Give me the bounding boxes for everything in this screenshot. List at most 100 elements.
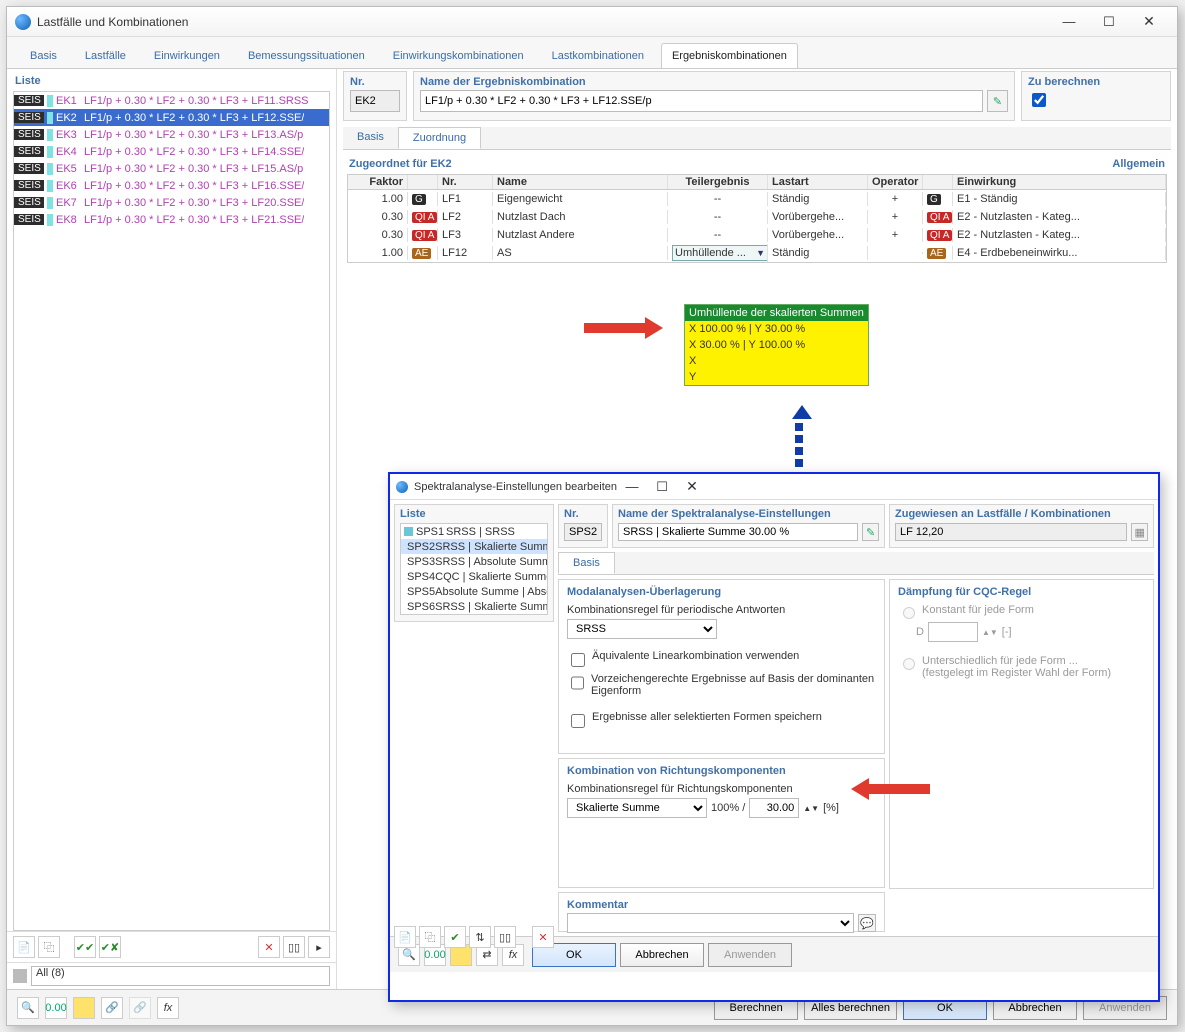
- col-faktor: Faktor: [348, 175, 408, 189]
- dropdown-option[interactable]: X 30.00 % | Y 100.00 %: [685, 337, 868, 353]
- sps-name-input[interactable]: [618, 523, 858, 541]
- window-title: Lastfälle und Kombinationen: [37, 15, 188, 29]
- sps-sort[interactable]: ⇅: [469, 926, 491, 948]
- ek-list-item[interactable]: SEISEK3LF1/p + 0.30 * LF2 + 0.30 * LF3 +…: [14, 126, 329, 143]
- grid-row[interactable]: 0.30 QI A LF2 Nutzlast Dach -- Vorüberge…: [348, 208, 1166, 226]
- tab-bemessung[interactable]: Bemessungssituationen: [237, 43, 376, 68]
- sps-delete[interactable]: ✕: [532, 926, 554, 948]
- expand-button[interactable]: ▸: [308, 936, 330, 958]
- sps-list[interactable]: SPS1SRSS | SRSSSPS2SRSS | Skalierte Summ…: [400, 523, 548, 615]
- sub-abbr[interactable]: Abbrechen: [620, 943, 704, 967]
- sps-layout[interactable]: ▯▯: [494, 926, 516, 948]
- sub-minimize[interactable]: —: [617, 479, 647, 494]
- annotation-arrow-1: [584, 317, 674, 339]
- tab-basis[interactable]: Basis: [19, 43, 68, 68]
- sps-copy[interactable]: ⿻: [419, 926, 441, 948]
- minimize-button[interactable]: —: [1049, 14, 1089, 29]
- annotation-arrow-dashed: [796, 395, 808, 455]
- assign-title: Zugeordnet für EK2: [349, 158, 452, 170]
- kommentar-select[interactable]: [567, 913, 854, 933]
- sps-list-item[interactable]: SPS4CQC | Skalierte Summe 30.0: [401, 569, 547, 584]
- sub-maximize[interactable]: ☐: [647, 479, 677, 495]
- assignment-section: Zugeordnet für EK2 Allgemein Faktor Nr. …: [343, 150, 1171, 267]
- damp-title: Dämpfung für CQC-Regel: [898, 586, 1145, 598]
- maximize-button[interactable]: ☐: [1089, 14, 1129, 30]
- damp-D-input: [928, 622, 978, 642]
- sps-assigned-browse[interactable]: ▦: [1131, 523, 1148, 541]
- teilergebnis-dropdown[interactable]: Umhüllende der skalierten SummenX 100.00…: [684, 304, 869, 386]
- color-icon[interactable]: [73, 997, 95, 1019]
- layout-button[interactable]: ▯▯: [283, 936, 305, 958]
- tab-einwirkungen[interactable]: Einwirkungen: [143, 43, 231, 68]
- sps-check[interactable]: ✔: [444, 926, 466, 948]
- damp-radio-const: Konstant für jede Form: [898, 604, 1145, 619]
- ek-list-item[interactable]: SEISEK1LF1/p + 0.30 * LF2 + 0.30 * LF3 +…: [14, 92, 329, 109]
- grid-row[interactable]: 0.30 QI A LF3 Nutzlast Andere -- Vorüber…: [348, 226, 1166, 244]
- sps-assigned-label: Zugewiesen an Lastfälle / Kombinationen: [895, 508, 1148, 520]
- filter-select[interactable]: All (8): [31, 966, 330, 986]
- check-sel-button[interactable]: ✔✔: [74, 936, 96, 958]
- sps-subtab-basis[interactable]: Basis: [558, 552, 615, 574]
- new-item-button[interactable]: 📄: [13, 936, 35, 958]
- kommentar-button[interactable]: 💬: [858, 914, 876, 932]
- sps-list-item[interactable]: SPS3SRSS | Absolute Summe: [401, 554, 547, 569]
- dropdown-option[interactable]: Y: [685, 369, 868, 385]
- grid-row[interactable]: 1.00 G LF1 Eigengewicht -- Ständig + G E…: [348, 190, 1166, 208]
- dir-rule-select[interactable]: Skalierte Summe: [567, 798, 707, 818]
- ek-list-item[interactable]: SEISEK7LF1/p + 0.30 * LF2 + 0.30 * LF3 +…: [14, 194, 329, 211]
- col-nr: Nr.: [438, 175, 493, 189]
- subtab-zuordnung[interactable]: Zuordnung: [398, 127, 481, 149]
- tab-ergebniskombis[interactable]: Ergebniskombinationen: [661, 43, 798, 68]
- nr-input[interactable]: [350, 90, 400, 112]
- dropdown-option[interactable]: X 100.00 % | Y 30.00 %: [685, 321, 868, 337]
- tab-lastfaelle[interactable]: Lastfälle: [74, 43, 137, 68]
- uncheck-sel-button[interactable]: ✔✘: [99, 936, 121, 958]
- sps-new[interactable]: 📄: [394, 926, 416, 948]
- unlink-icon[interactable]: 🔗: [129, 997, 151, 1019]
- edit-name-button[interactable]: ✎: [987, 90, 1008, 112]
- sub-anw[interactable]: Anwenden: [708, 943, 792, 967]
- ek-list-item[interactable]: SEISEK8LF1/p + 0.30 * LF2 + 0.30 * LF3 +…: [14, 211, 329, 228]
- sps-name-label: Name der Spektralanalyse-Einstellungen: [618, 508, 879, 520]
- sps-list-tools-upper: 📄 ⿻ ✔ ⇅ ▯▯ ✕: [394, 924, 554, 950]
- assign-link[interactable]: Allgemein: [1112, 158, 1165, 170]
- zoom-icon[interactable]: 🔍: [17, 997, 39, 1019]
- units-icon[interactable]: 0.00: [45, 997, 67, 1019]
- tab-einwirkungskombis[interactable]: Einwirkungskombinationen: [382, 43, 535, 68]
- chk-saveforms[interactable]: Ergebnisse aller selektierten Formen spe…: [567, 711, 876, 731]
- teilergebnis-cell-dropdown[interactable]: Umhüllende ...▼: [672, 245, 768, 261]
- grid-row[interactable]: 1.00 AE LF12 AS Umhüllende ...▼ Ständig …: [348, 244, 1166, 262]
- sub-close[interactable]: ✕: [677, 478, 707, 495]
- ek-list-item[interactable]: SEISEK4LF1/p + 0.30 * LF2 + 0.30 * LF3 +…: [14, 143, 329, 160]
- link-icon[interactable]: 🔗: [101, 997, 123, 1019]
- ek-list-item[interactable]: SEISEK5LF1/p + 0.30 * LF2 + 0.30 * LF3 +…: [14, 160, 329, 177]
- assignment-grid: Faktor Nr. Name Teilergebnis Lastart Ope…: [347, 174, 1167, 263]
- sps-nr-input[interactable]: [564, 523, 602, 541]
- name-input[interactable]: [420, 90, 983, 112]
- sps-list-item[interactable]: SPS6SRSS | Skalierte Summe 100.: [401, 599, 547, 614]
- ek-list[interactable]: SEISEK1LF1/p + 0.30 * LF2 + 0.30 * LF3 +…: [13, 91, 330, 931]
- close-button[interactable]: ✕: [1129, 13, 1169, 30]
- calc-checkbox[interactable]: [1032, 93, 1046, 107]
- chk-linear[interactable]: Äquivalente Linearkombination verwenden: [567, 650, 876, 670]
- dropdown-option[interactable]: X: [685, 353, 868, 369]
- copy-item-button[interactable]: ⿻: [38, 936, 60, 958]
- dropdown-option[interactable]: Umhüllende der skalierten Summen: [685, 305, 868, 321]
- chk-sign[interactable]: Vorzeichengerechte Ergebnisse auf Basis …: [567, 673, 876, 697]
- tab-lastkombis[interactable]: Lastkombinationen: [541, 43, 655, 68]
- ek-list-item[interactable]: SEISEK6LF1/p + 0.30 * LF2 + 0.30 * LF3 +…: [14, 177, 329, 194]
- sps-list-item[interactable]: SPS2SRSS | Skalierte Summe 30.0: [401, 539, 547, 554]
- sps-list-item[interactable]: SPS1SRSS | SRSS: [401, 524, 547, 539]
- delete-item-button[interactable]: ✕: [258, 936, 280, 958]
- dir-30-input[interactable]: [749, 798, 799, 818]
- fx-icon[interactable]: fx: [157, 997, 179, 1019]
- sps-list-item[interactable]: SPS5Absolute Summe | Absolute: [401, 584, 547, 599]
- sps-edit-button[interactable]: ✎: [862, 523, 879, 541]
- left-panel: Liste SEISEK1LF1/p + 0.30 * LF2 + 0.30 *…: [7, 69, 337, 989]
- dir-rule-label: Kombinationsregel für Richtungskomponent…: [567, 783, 876, 795]
- liste-label: Liste: [7, 69, 336, 91]
- sps-assigned-input[interactable]: [895, 523, 1127, 541]
- subtab-basis[interactable]: Basis: [343, 127, 398, 149]
- modal-rule-select[interactable]: SRSS: [567, 619, 717, 639]
- ek-list-item[interactable]: SEISEK2LF1/p + 0.30 * LF2 + 0.30 * LF3 +…: [14, 109, 329, 126]
